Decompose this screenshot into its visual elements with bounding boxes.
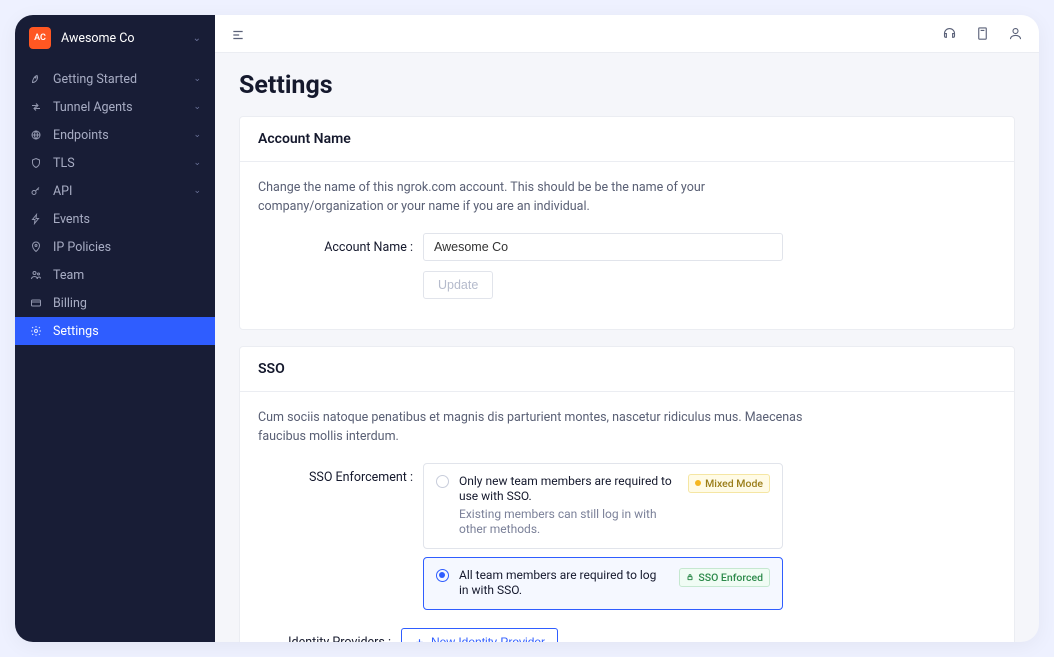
sidebar-item-label: API (53, 184, 183, 199)
sidebar-item-label: Endpoints (53, 128, 183, 143)
account-name-desc: Change the name of this ngrok.com accoun… (258, 178, 818, 217)
chevron-down-icon: ⌄ (193, 186, 201, 196)
sso-card: SSO Cum sociis natoque penatibus et magn… (239, 346, 1015, 642)
radio-label: Only new team members are required to us… (459, 474, 676, 505)
chevron-down-icon: ⌄ (193, 102, 201, 112)
plus-icon (414, 637, 425, 642)
user-icon[interactable] (1008, 26, 1023, 41)
sidebar-item-endpoints[interactable]: Endpoints ⌄ (15, 121, 215, 149)
update-button[interactable]: Update (423, 271, 493, 299)
sidebar-item-label: Billing (53, 296, 201, 311)
new-idp-button[interactable]: New Identity Provider (401, 628, 558, 642)
support-icon[interactable] (942, 26, 957, 41)
sidebar-item-tunnel-agents[interactable]: Tunnel Agents ⌄ (15, 93, 215, 121)
docs-icon[interactable] (975, 26, 990, 41)
account-name-input[interactable] (423, 233, 783, 261)
sso-desc: Cum sociis natoque penatibus et magnis d… (258, 408, 818, 447)
sidebar-item-settings[interactable]: Settings (15, 317, 215, 345)
sidebar-collapse-icon[interactable] (231, 27, 245, 41)
sidebar-item-team[interactable]: Team (15, 261, 215, 289)
page-title: Settings (239, 71, 1015, 100)
sidebar-item-label: Team (53, 268, 201, 283)
sidebar-item-getting-started[interactable]: Getting Started ⌄ (15, 65, 215, 93)
sso-option-enforced[interactable]: All team members are required to log in … (423, 557, 783, 610)
radio-sublabel: Existing members can still log in with o… (459, 507, 676, 538)
sidebar-item-label: IP Policies (53, 240, 201, 255)
account-name-label: Account Name : (258, 233, 423, 255)
org-badge: AC (29, 27, 51, 49)
sidebar: AC Awesome Co ⌄ Getting Started ⌄ Tunnel… (15, 15, 215, 642)
account-name-card: Account Name Change the name of this ngr… (239, 116, 1015, 330)
sidebar-item-tls[interactable]: TLS ⌄ (15, 149, 215, 177)
gear-icon (29, 325, 43, 337)
card-icon (29, 297, 43, 309)
bolt-icon (29, 213, 43, 225)
sidebar-item-label: Getting Started (53, 72, 183, 87)
content: Settings Account Name Change the name of… (215, 53, 1039, 642)
globe-icon (29, 129, 43, 141)
mixed-mode-badge: Mixed Mode (688, 474, 770, 493)
org-name: Awesome Co (61, 31, 183, 46)
sso-enforced-badge: SSO Enforced (679, 568, 770, 587)
main: Settings Account Name Change the name of… (215, 15, 1039, 642)
sidebar-item-events[interactable]: Events (15, 205, 215, 233)
key-icon (29, 185, 43, 197)
sidebar-item-label: Settings (53, 324, 201, 339)
swap-icon (29, 101, 43, 113)
sidebar-item-label: TLS (53, 156, 183, 171)
rocket-icon (29, 73, 43, 85)
sidebar-item-api[interactable]: API ⌄ (15, 177, 215, 205)
radio-label: All team members are required to log in … (459, 568, 667, 599)
chevron-down-icon: ⌄ (193, 130, 201, 140)
card-header: Account Name (240, 117, 1014, 162)
sidebar-item-label: Tunnel Agents (53, 100, 183, 115)
sso-enforcement-label: SSO Enforcement : (258, 463, 423, 485)
card-header: SSO (240, 347, 1014, 392)
chevron-down-icon: ⌄ (193, 158, 201, 168)
team-icon (29, 269, 43, 281)
chevron-down-icon: ⌄ (193, 33, 201, 44)
idp-label: Identity Providers : (258, 628, 401, 642)
location-icon (29, 241, 43, 253)
nav: Getting Started ⌄ Tunnel Agents ⌄ Endpoi… (15, 59, 215, 351)
sidebar-item-billing[interactable]: Billing (15, 289, 215, 317)
sso-option-mixed[interactable]: Only new team members are required to us… (423, 463, 783, 549)
radio-icon (436, 569, 449, 582)
chevron-down-icon: ⌄ (193, 74, 201, 84)
shield-icon (29, 157, 43, 169)
topbar (215, 15, 1039, 53)
radio-icon (436, 475, 449, 488)
sidebar-item-ip-policies[interactable]: IP Policies (15, 233, 215, 261)
sidebar-item-label: Events (53, 212, 201, 227)
org-selector[interactable]: AC Awesome Co ⌄ (15, 15, 215, 59)
